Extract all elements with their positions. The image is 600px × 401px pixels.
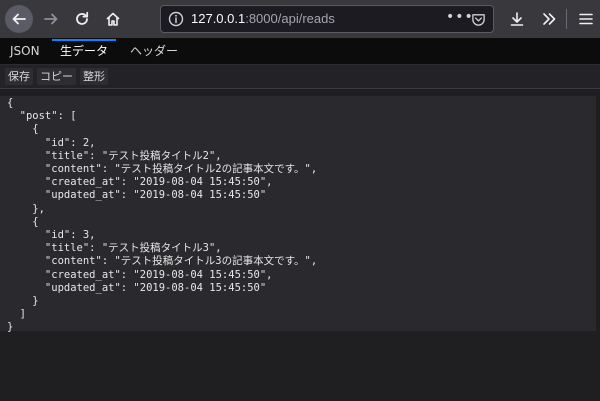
toolbar-separator [566,9,567,29]
forward-button[interactable] [37,5,65,33]
raw-line: "post": [ [7,110,77,123]
raw-line: { [7,123,39,136]
reload-icon [76,11,89,25]
raw-line: "created_at": "2019-08-04 15:45:50", [7,176,273,189]
raw-line: { [7,97,14,109]
overflow-button[interactable] [535,5,563,33]
raw-line: "updated_at": "2019-08-04 15:45:50" [7,189,267,202]
raw-line: "content": "テスト投稿タイトル2の記事本文です。", [7,163,318,176]
tab-headers[interactable]: ヘッダー [122,39,186,64]
url-host: 127.0.0.1 [191,11,246,26]
download-icon [510,12,524,26]
pretty-print-button[interactable]: 整形 [80,68,108,85]
raw-line: { [7,215,39,228]
arrow-right-icon [44,13,58,25]
back-button[interactable] [5,5,33,33]
url-path: :8000/api/reads [245,11,335,26]
raw-line: }, [7,202,45,215]
downloads-button[interactable] [503,5,531,33]
raw-line: "id": 2, [7,136,96,149]
raw-line: } [7,321,14,334]
raw-json-text[interactable]: { "post": [ { "id": 2, "title": "テスト投稿タイ… [0,96,596,335]
double-chevron-right-icon [543,13,556,25]
viewer-tabs: JSON 生データ ヘッダー [0,39,600,65]
reload-button[interactable] [68,5,96,33]
main-menu-button[interactable] [572,5,600,33]
home-button[interactable] [99,5,127,33]
raw-line: "title": "テスト投稿タイトル3", [7,242,222,255]
pocket-icon[interactable] [471,12,486,27]
arrow-left-icon [12,13,26,25]
raw-line: "title": "テスト投稿タイトル2", [7,149,222,162]
tab-json[interactable]: JSON [2,39,48,64]
raw-line: "content": "テスト投稿タイトル3の記事本文です。", [7,255,318,268]
save-button[interactable]: 保存 [5,68,33,85]
raw-line: ] [7,308,26,321]
url-text[interactable]: 127.0.0.1:8000/api/reads [191,11,335,26]
info-icon[interactable] [168,11,184,27]
raw-line: "id": 3, [7,229,96,242]
url-bar[interactable]: 127.0.0.1:8000/api/reads ••• [160,5,494,33]
raw-toolbar: 保存 コピー 整形 [0,65,600,89]
raw-data-panel: { "post": [ { "id": 2, "title": "テスト投稿タイ… [0,96,596,333]
page-actions-menu-icon[interactable]: ••• [446,9,474,25]
home-icon [106,12,120,26]
raw-line: } [7,295,39,308]
hamburger-menu-icon [579,13,593,25]
copy-button[interactable]: コピー [37,68,76,85]
tab-raw-data[interactable]: 生データ [52,39,117,64]
browser-toolbar: 127.0.0.1:8000/api/reads ••• [0,0,600,39]
raw-line: "created_at": "2019-08-04 15:45:50", [7,268,273,281]
raw-line: "updated_at": "2019-08-04 15:45:50" [7,281,267,294]
